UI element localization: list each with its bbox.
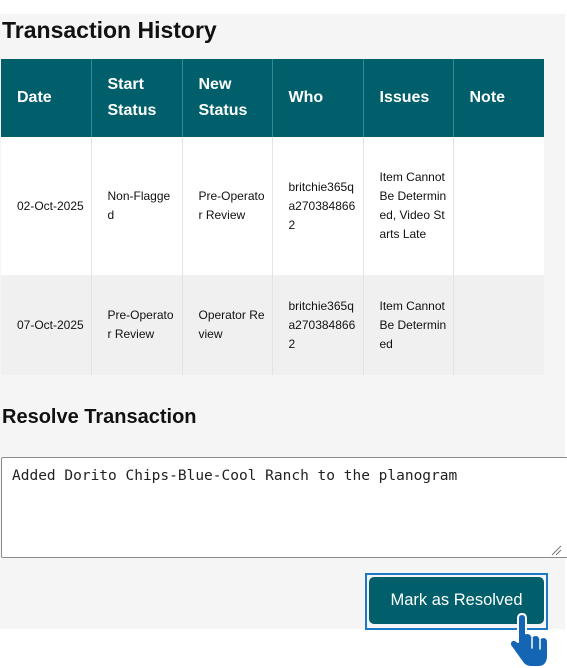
column-header-start-status: Start Status xyxy=(91,59,183,137)
cell-date: 07-Oct-2025 xyxy=(1,275,92,375)
cell-new-status: Operator Review xyxy=(182,275,273,375)
cell-issues: Item Cannot Be Determined, Video Starts … xyxy=(363,137,454,275)
table-row: 02-Oct-2025 Non-Flagged Pre-Operator Rev… xyxy=(1,137,544,275)
pointing-hand-cursor-icon xyxy=(508,613,549,668)
column-header-date: Date xyxy=(1,59,92,137)
resolve-transaction-title: Resolve Transaction xyxy=(2,406,197,428)
cell-note xyxy=(453,275,544,375)
cell-note xyxy=(453,137,544,275)
transaction-history-title: Transaction History xyxy=(2,17,217,43)
resolution-note-input[interactable]: Added Dorito Chips-Blue-Cool Ranch to th… xyxy=(1,457,567,558)
table-header-row: Date Start Status New Status Who Issues … xyxy=(1,59,544,137)
column-header-who: Who xyxy=(272,59,364,137)
transaction-history-table: Date Start Status New Status Who Issues … xyxy=(1,59,544,375)
column-header-note: Note xyxy=(453,59,544,137)
column-header-issues: Issues xyxy=(363,59,454,137)
column-header-new-status: New Status xyxy=(182,59,273,137)
cell-who: britchie365qa2703848662 xyxy=(272,137,364,275)
cell-new-status: Pre-Operator Review xyxy=(182,137,273,275)
table-row: 07-Oct-2025 Pre-Operator Review Operator… xyxy=(1,275,544,375)
resize-grip-icon[interactable] xyxy=(551,545,562,556)
cell-issues: Item Cannot Be Determined xyxy=(363,275,454,375)
cell-who: britchie365qa2703848662 xyxy=(272,275,364,375)
cell-start-status: Pre-Operator Review xyxy=(91,275,183,375)
cell-date: 02-Oct-2025 xyxy=(1,137,92,275)
cell-start-status: Non-Flagged xyxy=(91,137,183,275)
